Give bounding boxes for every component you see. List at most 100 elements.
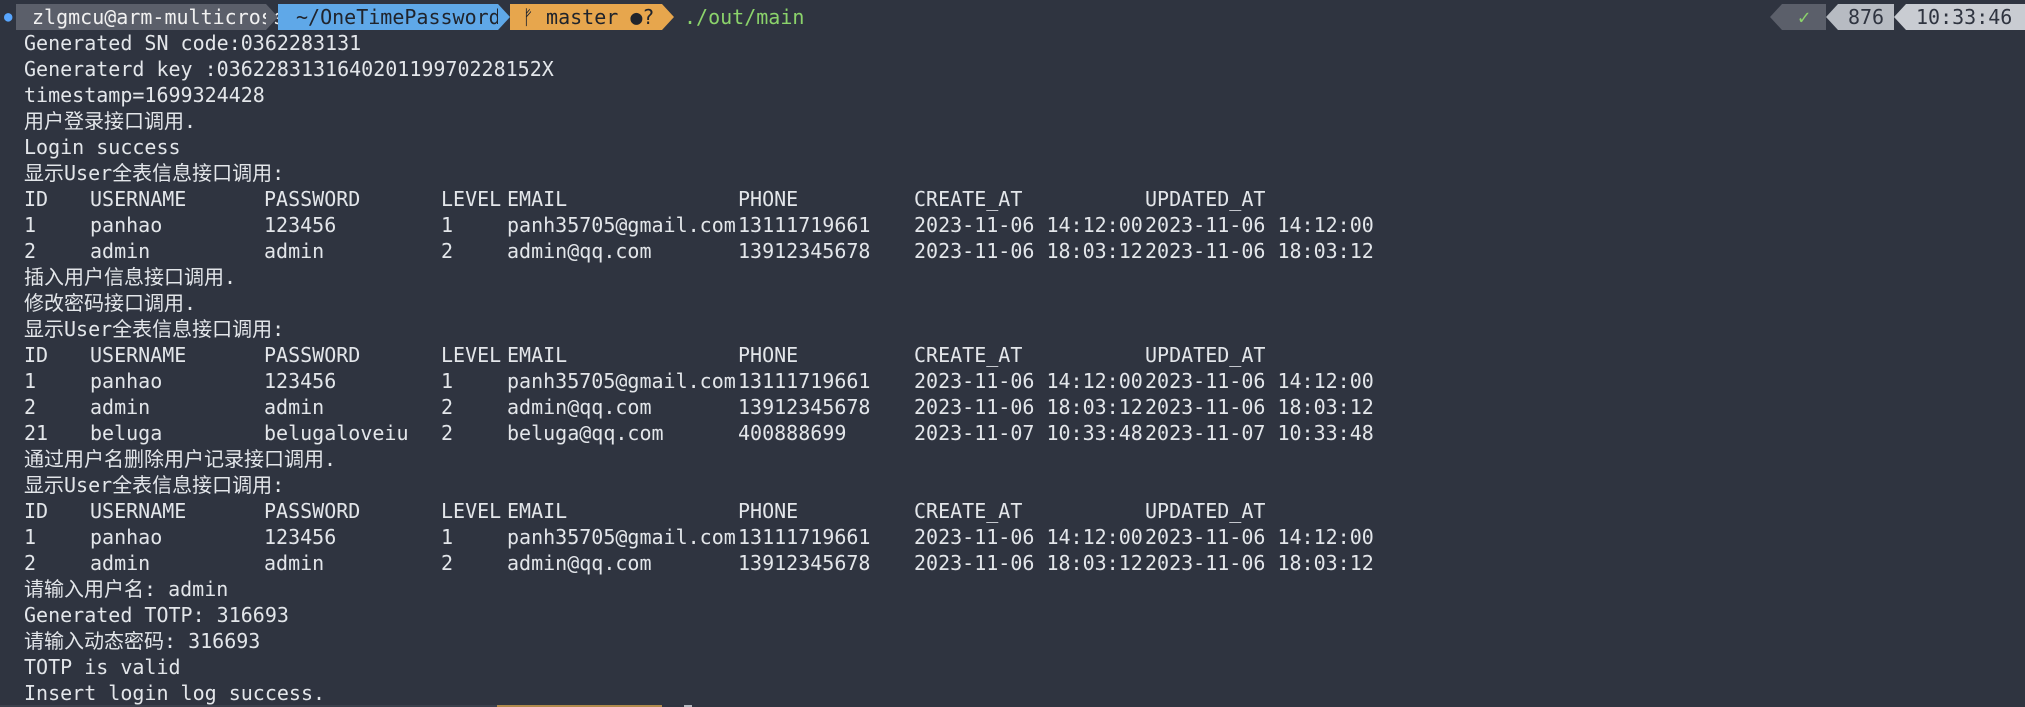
cell-create-at: 2023-11-07 10:33:48 — [914, 421, 1143, 445]
status-separator-icon — [1770, 4, 1782, 30]
cell-level: 1 — [441, 369, 454, 393]
show-all-line: 显示User全表信息接口调用: — [24, 317, 285, 341]
cell-id: 2 — [24, 239, 37, 263]
cell-id: 2 — [24, 551, 37, 575]
cell-level: 1 — [441, 525, 454, 549]
prompt-dot-icon: ● — [4, 9, 13, 25]
status-check-icon: ✓ — [1782, 4, 1826, 30]
generated-totp-line: Generated TOTP: 316693 — [24, 603, 289, 627]
cell-password: belugaloveiu — [264, 421, 409, 445]
cell-updated-at: 2023-11-06 14:12:00 — [1145, 369, 1374, 393]
cell-updated-at: 2023-11-06 18:03:12 — [1145, 395, 1374, 419]
cell-create-at: 2023-11-06 18:03:12 — [914, 239, 1143, 263]
history-number: 876 — [1838, 4, 1894, 30]
cell-username: admin — [90, 551, 151, 575]
cell-id: 21 — [24, 421, 49, 445]
cell-id: 1 — [24, 525, 37, 549]
cell-email: admin@qq.com — [507, 395, 652, 419]
show-all-line: 显示User全表信息接口调用: — [24, 473, 285, 497]
terminal-window[interactable]: ● zlgmcu@arm-multicross ~/OneTimePasswor… — [0, 4, 2025, 707]
cell-id: 1 — [24, 369, 37, 393]
table-header: ID USERNAME PASSWORD LEVEL EMAIL PHONE C… — [24, 342, 2014, 368]
table-header: ID USERNAME PASSWORD LEVEL EMAIL PHONE C… — [24, 186, 2014, 212]
col-phone: PHONE — [738, 187, 799, 211]
cell-password: 123456 — [264, 525, 337, 549]
cell-username: panhao — [90, 369, 163, 393]
cell-level: 2 — [441, 239, 454, 263]
cell-password: admin — [264, 551, 325, 575]
cell-updated-at: 2023-11-06 18:03:12 — [1145, 551, 1374, 575]
col-email: EMAIL — [507, 499, 568, 523]
col-username: USERNAME — [90, 499, 187, 523]
input-otp-line: 请输入动态密码: 316693 — [24, 629, 261, 653]
cell-create-at: 2023-11-06 14:12:00 — [914, 213, 1143, 237]
col-create-at: CREATE_AT — [914, 187, 1023, 211]
prompt-git-branch: ᚠ master ●? — [510, 4, 662, 30]
prompt-directory: ~/OneTimePassword — [278, 4, 501, 30]
cell-password: 123456 — [264, 369, 337, 393]
delete-call-line: 通过用户名删除用户记录接口调用. — [24, 447, 337, 471]
cell-level: 2 — [441, 421, 454, 445]
cell-id: 1 — [24, 213, 37, 237]
table-row: 21 beluga belugaloveiu 2 beluga@qq.com 4… — [24, 420, 2014, 446]
cell-email: panh35705@gmail.com — [507, 369, 736, 393]
cell-phone: 13111719661 — [738, 213, 871, 237]
col-level: LEVEL — [441, 187, 502, 211]
cell-create-at: 2023-11-06 18:03:12 — [914, 551, 1143, 575]
table-row: 1 panhao 123456 1 panh35705@gmail.com 13… — [24, 524, 2014, 550]
cell-create-at: 2023-11-06 14:12:00 — [914, 369, 1143, 393]
cell-id: 2 — [24, 395, 37, 419]
col-password: PASSWORD — [264, 499, 361, 523]
cell-create-at: 2023-11-06 18:03:12 — [914, 395, 1143, 419]
cell-level: 1 — [441, 213, 454, 237]
cell-updated-at: 2023-11-06 18:03:12 — [1145, 239, 1374, 263]
col-password: PASSWORD — [264, 187, 361, 211]
cell-password: 123456 — [264, 213, 337, 237]
login-call-line: 用户登录接口调用. — [24, 109, 197, 133]
cell-email: beluga@qq.com — [507, 421, 664, 445]
col-updated-at: UPDATED_AT — [1145, 187, 1266, 211]
cell-phone: 13912345678 — [738, 239, 871, 263]
col-email: EMAIL — [507, 343, 568, 367]
col-level: LEVEL — [441, 343, 502, 367]
cell-phone: 13111719661 — [738, 369, 871, 393]
totp-valid-line: TOTP is valid — [24, 655, 181, 679]
col-email: EMAIL — [507, 187, 568, 211]
cell-password: admin — [264, 239, 325, 263]
cell-updated-at: 2023-11-06 14:12:00 — [1145, 213, 1374, 237]
terminal-output: Generated SN code:0362283131 Generaterd … — [24, 30, 2014, 706]
col-level: LEVEL — [441, 499, 502, 523]
cell-level: 2 — [441, 551, 454, 575]
key-line: Generaterd key :036228313164020119970228… — [24, 57, 554, 81]
col-id: ID — [24, 187, 49, 211]
cell-email: panh35705@gmail.com — [507, 525, 736, 549]
prompt-command: ./out/main — [684, 5, 805, 29]
cell-email: panh35705@gmail.com — [507, 213, 736, 237]
cell-phone: 400888699 — [738, 421, 847, 445]
cell-updated-at: 2023-11-07 10:33:48 — [1145, 421, 1374, 445]
table-row: 2 admin admin 2 admin@qq.com 13912345678… — [24, 550, 2014, 576]
col-password: PASSWORD — [264, 343, 361, 367]
status-separator-icon — [1894, 4, 1906, 30]
change-password-line: 修改密码接口调用. — [24, 291, 197, 315]
prompt-user-host: zlgmcu@arm-multicross — [16, 4, 285, 30]
col-username: USERNAME — [90, 187, 187, 211]
cell-email: admin@qq.com — [507, 551, 652, 575]
col-phone: PHONE — [738, 343, 799, 367]
col-create-at: CREATE_AT — [914, 343, 1023, 367]
col-id: ID — [24, 499, 49, 523]
cell-username: admin — [90, 395, 151, 419]
sn-line: Generated SN code:0362283131 — [24, 31, 362, 55]
input-username-line: 请输入用户名: admin — [24, 577, 229, 601]
cell-username: admin — [90, 239, 151, 263]
prompt-time: 10:33:46 — [1906, 4, 2025, 30]
cell-phone: 13912345678 — [738, 551, 871, 575]
cell-level: 2 — [441, 395, 454, 419]
col-id: ID — [24, 343, 49, 367]
insert-call-line: 插入用户信息接口调用. — [24, 265, 237, 289]
col-create-at: CREATE_AT — [914, 499, 1023, 523]
col-updated-at: UPDATED_AT — [1145, 499, 1266, 523]
prompt-separator-icon — [498, 4, 510, 30]
table-row: 2 admin admin 2 admin@qq.com 13912345678… — [24, 394, 2014, 420]
shell-prompt: ● zlgmcu@arm-multicross ~/OneTimePasswor… — [0, 4, 2025, 30]
